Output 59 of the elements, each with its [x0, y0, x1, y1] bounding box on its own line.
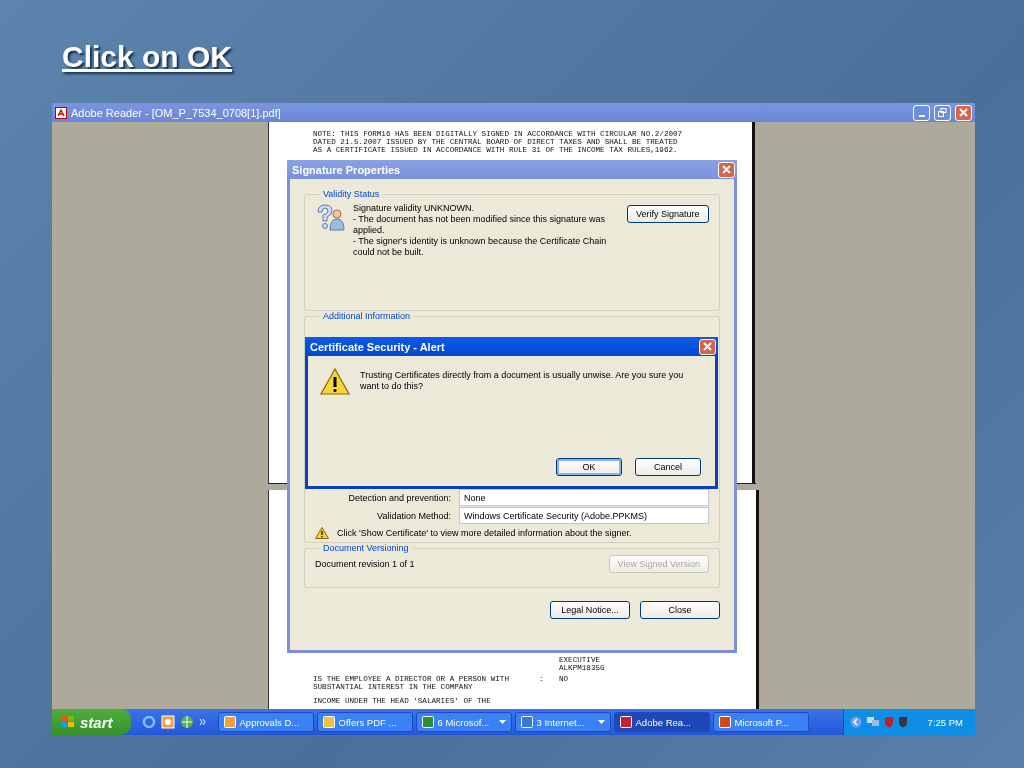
group-legend: Additional Information	[319, 311, 415, 321]
taskbar-button[interactable]: Adobe Rea...	[613, 712, 710, 732]
calendar-icon[interactable]	[160, 715, 175, 729]
status-text: - The document has not been modified since this signature was applied.	[353, 214, 606, 236]
revision-text: Document revision 1 of 1	[315, 559, 415, 569]
close-button[interactable]	[699, 338, 716, 355]
close-icon	[722, 165, 731, 174]
app-icon	[718, 716, 731, 728]
caret-icon	[498, 719, 506, 725]
clock: 7:25 PM	[927, 716, 963, 728]
dialog-title: Certificate Security - Alert	[309, 340, 445, 353]
restore-button[interactable]	[934, 104, 951, 121]
shield-icon[interactable]	[897, 716, 908, 728]
text-field[interactable]: Windows Certificate Security (Adobe.PPKMS)	[459, 507, 709, 524]
verify-signature-button[interactable]: Verify Signature	[627, 205, 709, 223]
close-button[interactable]	[718, 161, 735, 178]
minimize-icon	[918, 115, 925, 117]
shield-icon[interactable]	[883, 716, 894, 728]
dialog-button[interactable]: Legal Notice...	[550, 601, 630, 619]
windows-logo-icon	[60, 715, 76, 729]
close-icon	[703, 342, 712, 351]
text-field[interactable]: None	[459, 489, 709, 506]
warning-icon	[320, 368, 350, 395]
field-label: Detection and prevention:	[348, 492, 451, 503]
globe-icon[interactable]	[179, 715, 194, 729]
field-label: Validation Method:	[377, 510, 451, 521]
status-text: - The signer's identity is unknown because the Certificate Chain could not be built.	[353, 236, 608, 258]
unknown-signer-icon	[315, 203, 345, 231]
taskbar-button[interactable]: Approvals D...	[217, 712, 314, 732]
window-title: Adobe Reader - [OM_P_7534_0708[1].pdf]	[71, 106, 281, 119]
slide-title: Click on OK	[62, 40, 233, 73]
caret-icon	[597, 719, 605, 725]
network-icon[interactable]	[865, 716, 880, 728]
dialog-button[interactable]: OK	[556, 458, 622, 476]
warning-icon	[315, 527, 329, 539]
warning-text: Click 'Show Certificate' to view more detailed information about the signer.	[337, 528, 632, 538]
app-icon	[223, 716, 236, 728]
app-icon	[619, 716, 632, 728]
taskbar-button[interactable]: 6 Microsof...	[415, 712, 512, 732]
restore-icon	[938, 108, 947, 117]
close-icon	[959, 108, 968, 117]
taskbar-button[interactable]: Offers PDF ...	[316, 712, 413, 732]
taskbar-button[interactable]: 3 Internet...	[514, 712, 611, 732]
dialog-button[interactable]: Close	[640, 601, 720, 619]
minimize-button[interactable]	[913, 104, 930, 121]
pdf-icon	[55, 106, 67, 119]
taskbar-button[interactable]: Microsoft P...	[712, 712, 809, 732]
dialog-title: Signature Properties	[291, 163, 401, 176]
chevron-icon[interactable]	[198, 718, 207, 726]
app-icon	[520, 716, 533, 728]
app-icon	[322, 716, 335, 728]
close-button[interactable]	[955, 104, 972, 121]
group-legend: Validity Status	[319, 189, 384, 199]
group-legend: Document Versioning	[319, 543, 413, 553]
alert-message: Trusting Certificates directly from a document is usually unwise. Are you sure you want to do this?	[360, 369, 685, 392]
app-icon	[421, 716, 434, 728]
status-text: Signature validity UNKNOWN.	[353, 203, 476, 214]
dialog-button[interactable]: Cancel	[635, 458, 701, 476]
browser-icon[interactable]	[141, 715, 156, 729]
